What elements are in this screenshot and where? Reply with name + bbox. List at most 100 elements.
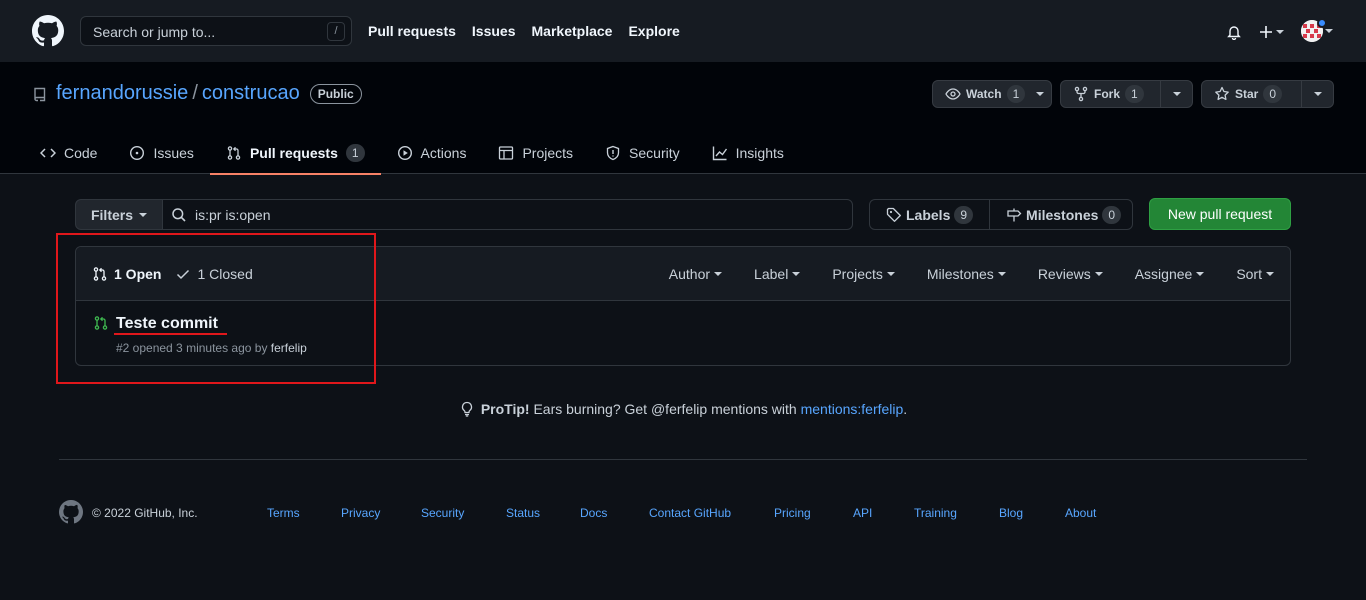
nav-pull-requests[interactable]: Pull requests (368, 23, 456, 39)
global-header: Search or jump to... / Pull requests Iss… (0, 0, 1366, 62)
watch-button[interactable]: Watch 1 (933, 81, 1048, 107)
pull-requests-count: 1 (345, 144, 365, 162)
tab-label: Insights (735, 145, 784, 161)
filters-label: Filters (90, 206, 133, 223)
tab-security[interactable]: Security (589, 132, 696, 174)
projects-filter-label: Projects (832, 266, 883, 282)
footer-link-security[interactable]: Security (421, 506, 506, 520)
footer-link-docs[interactable]: Docs (580, 506, 649, 520)
search-input[interactable]: Search or jump to... / (80, 16, 352, 46)
caret-down-icon (1094, 272, 1103, 276)
tab-label: Projects (522, 145, 574, 161)
tab-issues[interactable]: Issues (113, 132, 209, 174)
assignee-filter-label: Assignee (1134, 266, 1193, 282)
footer-link-blog[interactable]: Blog (999, 506, 1065, 520)
visibility-badge: Public (309, 83, 362, 104)
tab-label: Actions (420, 145, 467, 161)
footer-link-terms[interactable]: Terms (267, 506, 341, 520)
projects-filter[interactable]: Projects (832, 266, 895, 282)
watch-label: Watch (966, 87, 1002, 101)
protip-end: . (903, 401, 908, 417)
repo-nav: Code Issues Pull requests 1 Actions Proj… (24, 132, 800, 175)
repo-name-link[interactable]: construcao (202, 82, 300, 105)
caret-down-icon (1196, 272, 1205, 276)
filters-dropdown[interactable]: Filters (75, 199, 163, 230)
notification-dot (1317, 18, 1327, 28)
star-dropdown[interactable] (1301, 81, 1333, 107)
caret-down-icon (792, 272, 801, 276)
footer-link-privacy[interactable]: Privacy (341, 506, 421, 520)
star-count: 0 (1263, 85, 1283, 103)
create-new-dropdown[interactable] (1258, 24, 1284, 40)
caret-down-icon (714, 272, 723, 276)
annotation-underline (114, 333, 227, 335)
labels-label: Labels (906, 206, 951, 223)
star-label: Star (1235, 87, 1259, 101)
labels-link[interactable]: Labels 9 (870, 200, 989, 229)
shield-icon (606, 145, 620, 161)
graph-icon (712, 146, 727, 161)
protip-mentions-link[interactable]: mentions:ferfelip (801, 401, 904, 417)
search-placeholder: Search or jump to... (93, 24, 216, 40)
milestones-link[interactable]: Milestones 0 (989, 200, 1137, 229)
footer-link-about[interactable]: About (1065, 506, 1096, 520)
code-icon (40, 148, 56, 158)
footer-link-contact-github[interactable]: Contact GitHub (649, 506, 774, 520)
assignee-filter[interactable]: Assignee (1135, 266, 1205, 282)
nav-explore[interactable]: Explore (628, 23, 679, 39)
copyright: © 2022 GitHub, Inc. (92, 506, 198, 520)
tab-label: Code (64, 145, 98, 161)
nav-marketplace[interactable]: Marketplace (532, 23, 613, 39)
github-logo-icon[interactable] (32, 15, 64, 47)
milestones-filter[interactable]: Milestones (927, 266, 1006, 282)
milestones-label: Milestones (1026, 206, 1099, 223)
protip-bold: ProTip! (480, 401, 530, 417)
caret-down-icon (1325, 29, 1333, 33)
search-pull-requests-input[interactable]: is:pr is:open (162, 199, 853, 230)
nav-issues[interactable]: Issues (472, 23, 516, 39)
repo-owner-link[interactable]: fernandorussie (56, 82, 188, 105)
new-pull-request-button[interactable]: New pull request (1149, 198, 1291, 230)
protip-text: Ears burning? Get @ferfelip mentions wit… (529, 401, 801, 417)
tab-label: Security (629, 145, 680, 161)
fork-button[interactable]: Fork 1 (1061, 81, 1160, 107)
sort-dropdown[interactable]: Sort (1236, 266, 1274, 282)
footer-link-api[interactable]: API (853, 506, 914, 520)
caret-down-icon (1172, 92, 1181, 96)
label-filter[interactable]: Label (754, 266, 801, 282)
tab-insights[interactable]: Insights (696, 132, 800, 174)
light-bulb-icon (461, 401, 472, 417)
github-logo-icon[interactable] (59, 500, 83, 524)
issue-icon (130, 145, 145, 161)
caret-down-icon (1266, 272, 1274, 276)
author-filter[interactable]: Author (669, 266, 723, 282)
fork-count: 1 (1125, 85, 1144, 103)
repo-icon (34, 87, 46, 102)
milestone-icon (1007, 208, 1022, 221)
caret-down-icon (1036, 92, 1045, 96)
pull-request-icon (227, 146, 241, 160)
footer-link-status[interactable]: Status (506, 506, 580, 520)
fork-button-group: Fork 1 (1060, 80, 1193, 108)
plus-icon (1260, 26, 1272, 38)
caret-down-icon (1276, 30, 1284, 34)
tab-code[interactable]: Code (24, 132, 113, 174)
footer-link-training[interactable]: Training (914, 506, 999, 520)
tab-label: Issues (153, 145, 194, 161)
labels-milestones-group: Labels 9 Milestones 0 (869, 199, 1133, 230)
footer-link-pricing[interactable]: Pricing (774, 506, 853, 520)
reviews-filter[interactable]: Reviews (1038, 266, 1103, 282)
tab-pull-requests[interactable]: Pull requests 1 (209, 132, 381, 175)
label-filter-label: Label (754, 266, 789, 282)
watch-count: 1 (1006, 85, 1026, 103)
sort-filters: Author Label Projects Milestones Reviews… (669, 266, 1274, 282)
fork-dropdown[interactable] (1160, 81, 1192, 107)
tab-projects[interactable]: Projects (482, 132, 589, 174)
caret-down-icon (139, 212, 147, 217)
milestones-filter-label: Milestones (926, 266, 994, 282)
star-button[interactable]: Star 0 (1202, 81, 1301, 107)
tag-icon (886, 207, 901, 222)
bell-icon[interactable] (1226, 24, 1242, 40)
tab-actions[interactable]: Actions (381, 132, 483, 174)
footer-divider (59, 459, 1307, 460)
